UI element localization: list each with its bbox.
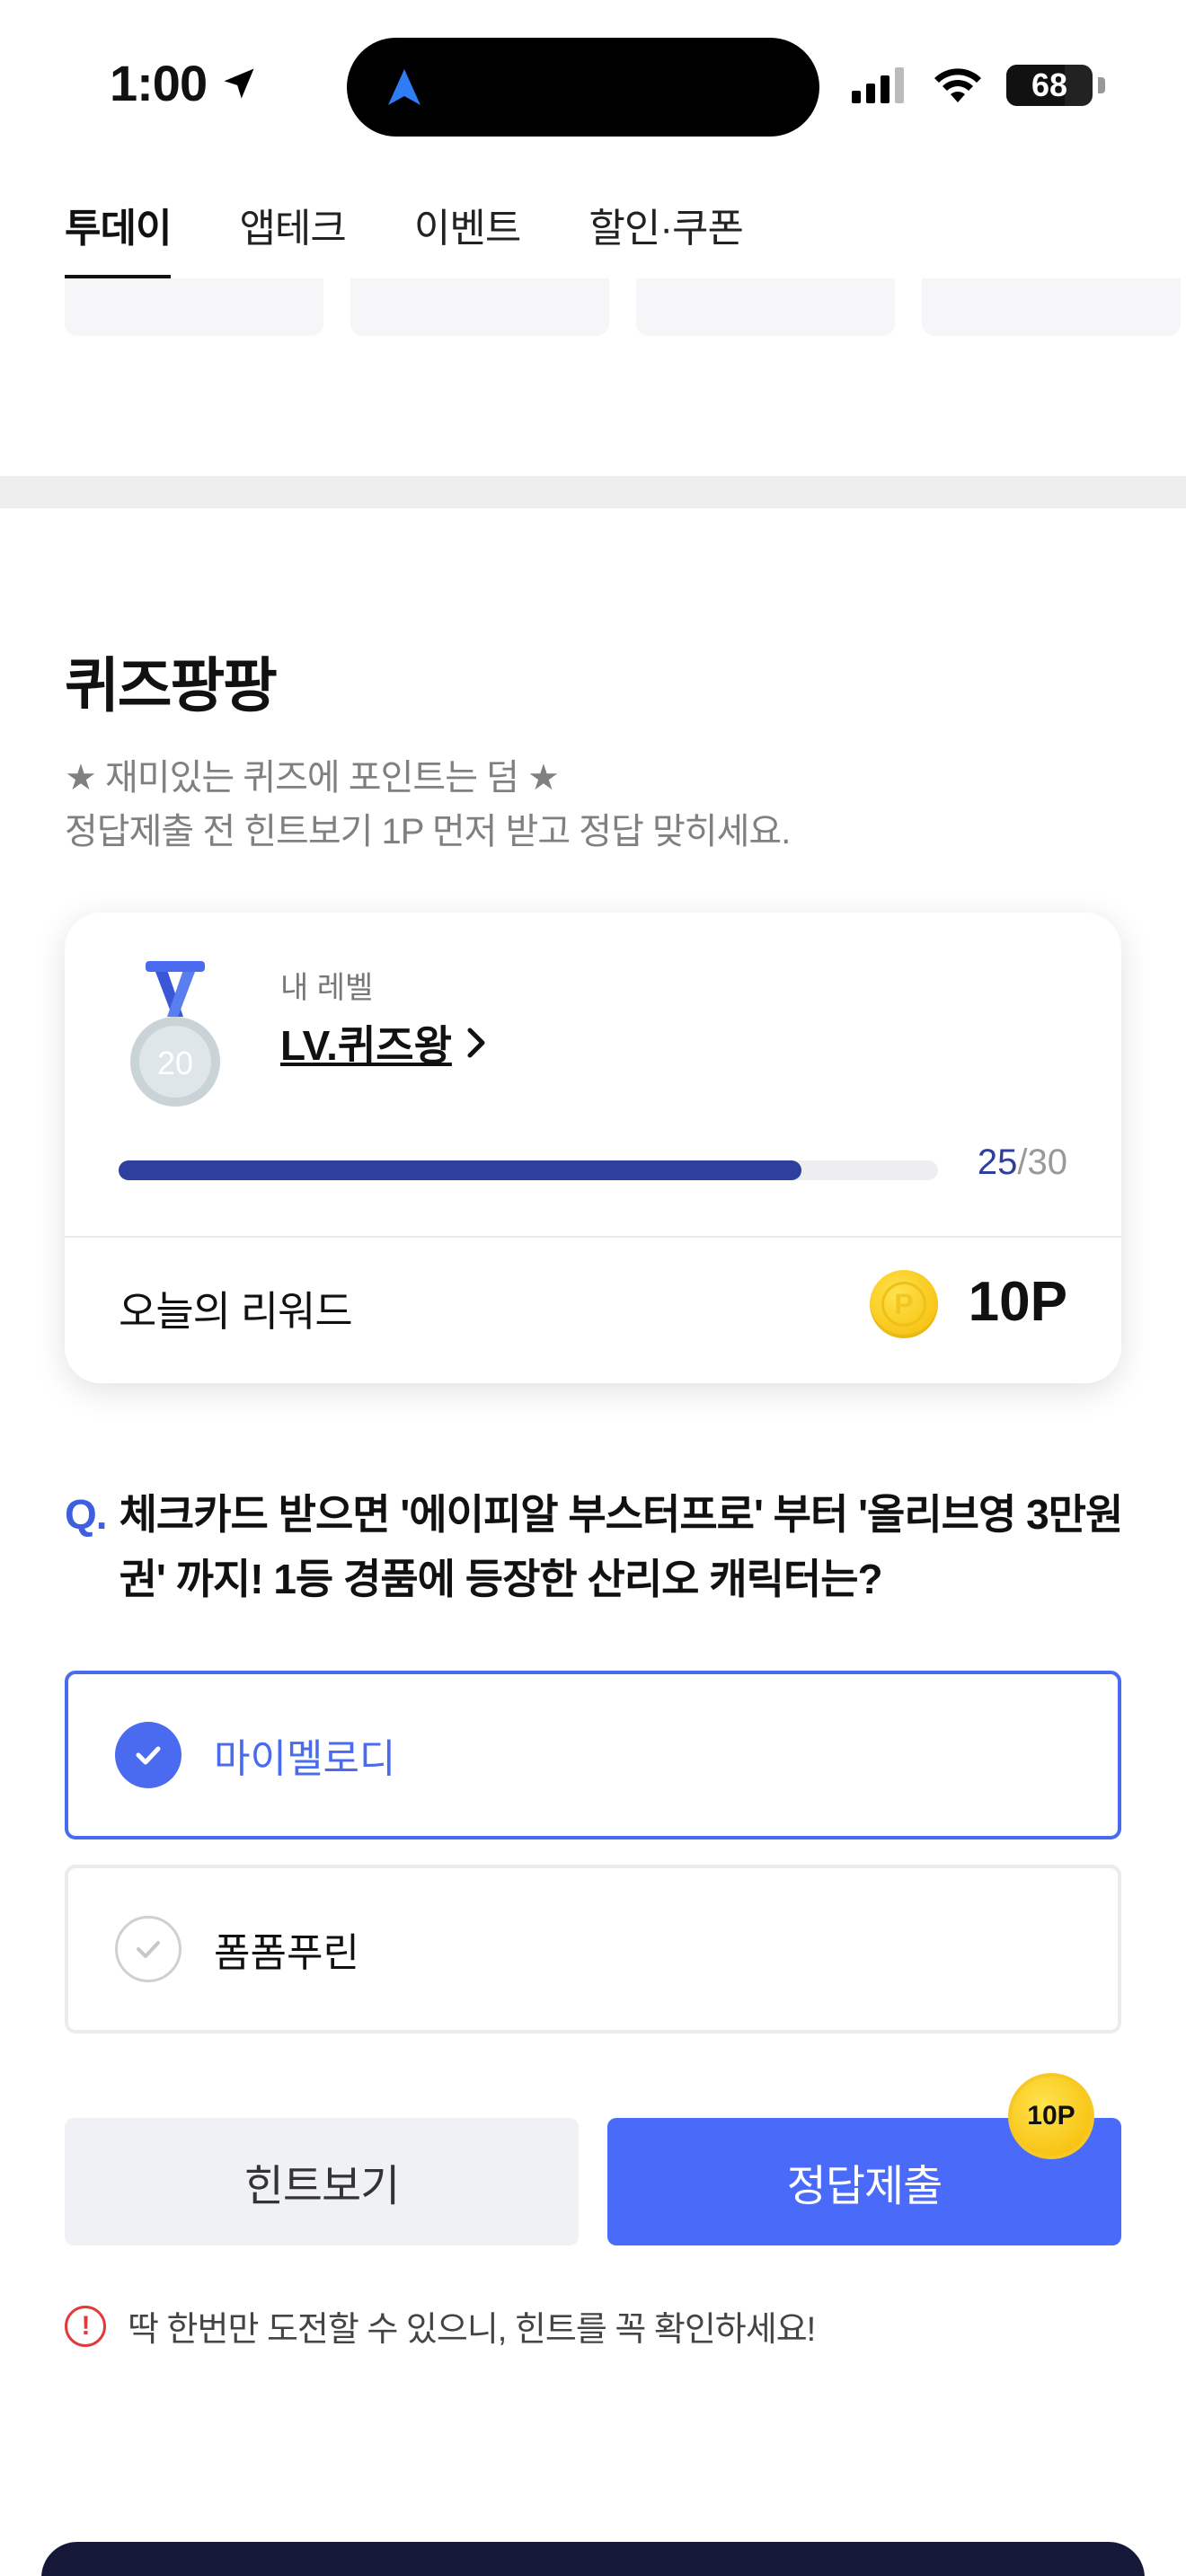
medal-icon: 20 (130, 961, 220, 1107)
question-prefix: Q. (65, 1491, 108, 1538)
tab-today[interactable]: 투데이 (65, 196, 172, 280)
level-progress-fill (119, 1160, 801, 1180)
battery-level: 68 (1031, 66, 1068, 103)
content-card[interactable] (922, 278, 1181, 336)
submit-points-badge: 10P (1008, 2073, 1094, 2159)
progress-total: /30 (1017, 1142, 1067, 1182)
quiz-desc-line2: 정답제출 전 힌트보기 1P 먼저 받고 정답 맞히세요. (65, 812, 791, 851)
status-time: 1:00 (110, 54, 259, 112)
coin-icon: P (870, 1270, 938, 1338)
hint-button[interactable]: 힌트보기 (65, 2118, 579, 2245)
level-name-link[interactable]: LV.퀴즈왕 (280, 1013, 488, 1072)
progress-current: 25 (977, 1142, 1018, 1182)
tab-apptech[interactable]: 앱테크 (239, 196, 346, 280)
content-cards-strip (65, 278, 1181, 336)
navigation-icon (388, 69, 420, 105)
quiz-question: Q. 체크카드 받으면 '에이피알 부스터프로' 부터 '올리브영 3만원권' … (65, 1482, 1125, 1611)
check-circle-icon (115, 1722, 181, 1788)
answer-option-2[interactable]: 폼폼푸린 (65, 1865, 1121, 2033)
answer-option-1[interactable]: 마이멜로디 (65, 1671, 1121, 1839)
warning-text: 딱 한번만 도전할 수 있으니, 힌트를 꼭 확인하세요! (128, 2311, 816, 2349)
tab-discount-coupon[interactable]: 할인·쿠폰 (589, 196, 744, 280)
reward-label: 오늘의 리워드 (119, 1288, 353, 1335)
answer-option-label: 폼폼푸린 (214, 1931, 359, 1975)
level-card: 20 내 레벨 LV.퀴즈왕 25/30 오늘의 리워드 P 10P (65, 913, 1121, 1383)
level-name: LV.퀴즈왕 (280, 1022, 452, 1069)
answer-option-label: 마이멜로디 (214, 1737, 396, 1781)
level-progress-bar (119, 1160, 938, 1180)
alert-icon: ! (65, 2305, 106, 2347)
battery-tip (1098, 77, 1105, 93)
quiz-title: 퀴즈팡팡 (65, 652, 278, 719)
reward-value: 10P (968, 1271, 1067, 1333)
battery-icon: 68 (1006, 65, 1093, 106)
level-progress-text: 25/30 (978, 1142, 1067, 1183)
signal-icon (852, 67, 904, 103)
content-card[interactable] (636, 278, 895, 336)
level-label: 내 레벨 (280, 971, 374, 1005)
card-divider (65, 1236, 1121, 1238)
coin-letter: P (881, 1282, 926, 1327)
warning-message: ! 딱 한번만 도전할 수 있으니, 힌트를 꼭 확인하세요! (65, 2301, 816, 2351)
section-divider (0, 476, 1186, 508)
check-circle-icon (115, 1916, 181, 1982)
medal-number: 20 (157, 1045, 193, 1081)
dynamic-island (347, 38, 819, 137)
wifi-icon (934, 68, 981, 102)
time-text: 1:00 (110, 55, 208, 111)
location-arrow-icon (224, 68, 254, 98)
content-card[interactable] (350, 278, 609, 336)
status-icons: 68 (852, 65, 1105, 106)
bottom-sheet-bar[interactable] (41, 2542, 1145, 2576)
quiz-description: ★ 재미있는 퀴즈에 포인트는 덤 ★ 정답제출 전 힌트보기 1P 먼저 받고… (65, 751, 791, 859)
content-card[interactable] (65, 278, 323, 336)
chevron-right-icon (467, 1028, 485, 1058)
status-bar: 1:00 68 (0, 0, 1186, 171)
top-tabs: 투데이 앱테크 이벤트 할인·쿠폰 (65, 196, 744, 280)
quiz-desc-line1: ★ 재미있는 퀴즈에 포인트는 덤 ★ (65, 758, 560, 798)
tab-event[interactable]: 이벤트 (414, 196, 521, 280)
question-text: 체크카드 받으면 '에이피알 부스터프로' 부터 '올리브영 3만원권' 까지!… (119, 1491, 1124, 1602)
